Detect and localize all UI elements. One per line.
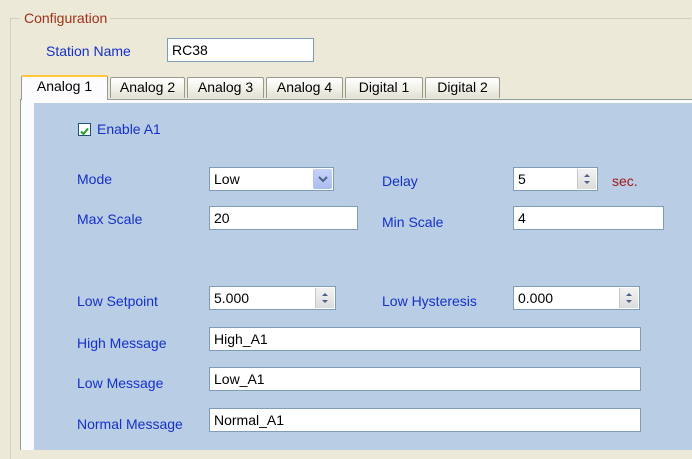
up-down-arrows-icon [584, 174, 590, 184]
enable-a1-checkbox[interactable] [78, 123, 91, 136]
station-name-label: Station Name [46, 43, 131, 59]
up-down-arrows-icon [322, 293, 328, 303]
low-hysteresis-value: 0.000 [518, 290, 554, 306]
tab-analog-1[interactable]: Analog 1 [21, 75, 108, 100]
analog1-panel [34, 103, 692, 450]
low-setpoint-spin-buttons[interactable] [315, 288, 334, 308]
chevron-down-icon [318, 176, 328, 183]
low-hysteresis-label: Low Hysteresis [382, 293, 477, 309]
delay-unit-label: sec. [612, 173, 638, 189]
mode-dropdown-button[interactable] [313, 169, 332, 189]
normal-message-label: Normal Message [77, 416, 183, 432]
high-message-label: High Message [77, 335, 167, 351]
enable-a1-label: Enable A1 [97, 121, 161, 137]
mode-label: Mode [77, 171, 113, 187]
mode-select-value: Low [214, 171, 240, 187]
low-setpoint-spinner[interactable]: 5.000 [209, 286, 336, 310]
checkmark-icon [80, 127, 89, 136]
up-down-arrows-icon [626, 293, 632, 303]
low-setpoint-value: 5.000 [214, 290, 250, 306]
max-scale-input[interactable]: 20 [209, 206, 358, 230]
high-message-input[interactable]: High_A1 [209, 327, 641, 351]
normal-message-input[interactable]: Normal_A1 [209, 408, 641, 432]
tab-analog-2[interactable]: Analog 2 [110, 77, 185, 98]
delay-value: 5 [518, 171, 526, 187]
low-message-input[interactable]: Low_A1 [209, 367, 641, 391]
max-scale-label: Max Scale [77, 211, 143, 227]
low-setpoint-label: Low Setpoint [77, 293, 158, 309]
low-hysteresis-spinner[interactable]: 0.000 [513, 286, 640, 310]
tab-analog-3[interactable]: Analog 3 [187, 77, 264, 98]
delay-spin-buttons[interactable] [577, 169, 596, 189]
delay-label: Delay [382, 173, 418, 189]
delay-spinner[interactable]: 5 [513, 167, 598, 191]
min-scale-input[interactable]: 4 [513, 206, 664, 230]
station-name-input[interactable]: RC38 [167, 38, 314, 62]
low-message-label: Low Message [77, 375, 164, 391]
tab-analog-4[interactable]: Analog 4 [266, 77, 343, 98]
tab-digital-2[interactable]: Digital 2 [425, 77, 500, 98]
low-hysteresis-spin-buttons[interactable] [619, 288, 638, 308]
configuration-title: Configuration [20, 10, 111, 26]
tab-digital-1[interactable]: Digital 1 [345, 77, 423, 98]
min-scale-label: Min Scale [382, 214, 444, 230]
mode-select[interactable]: Low [209, 167, 334, 191]
